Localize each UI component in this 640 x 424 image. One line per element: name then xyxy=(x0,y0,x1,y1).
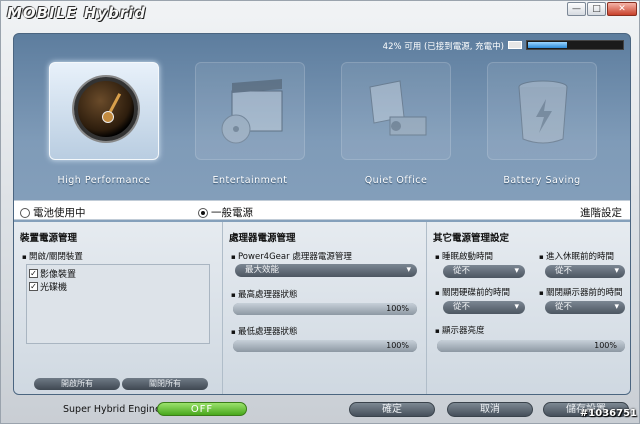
mode-label: Quiet Office xyxy=(364,175,428,186)
watermark: #1036751 xyxy=(579,408,637,419)
battery-level-fill xyxy=(528,42,567,48)
advanced-settings-link[interactable]: 進階設定 xyxy=(580,205,622,220)
display-timer-select[interactable]: 從不 xyxy=(545,301,625,314)
checkbox-optical-drive[interactable]: ✓ xyxy=(29,282,38,291)
max-cpu-state-value: 100% xyxy=(386,304,409,313)
app-logo: MOBILE Hybrid xyxy=(7,4,147,22)
min-cpu-state-value: 100% xyxy=(386,341,409,350)
close-button[interactable]: ✕ xyxy=(607,2,637,16)
battery-level-bar xyxy=(526,40,624,50)
settings-area: 裝置電源管理 開啟/關閉裝置 ✓ 影像裝置 ✓ 光碟機 開啟所有 關閉所有 xyxy=(14,222,630,394)
hibernate-timer-select[interactable]: 從不 xyxy=(545,265,625,278)
disk-timer-label: 關閉硬碟前的時間 xyxy=(435,286,510,298)
ac-power-radio[interactable]: 一般電源 xyxy=(198,205,253,220)
device-item-label: 光碟機 xyxy=(40,283,68,293)
title-bar: MOBILE Hybrid — □ ✕ xyxy=(1,1,640,27)
clapperboard-icon xyxy=(221,79,283,144)
maximize-button[interactable]: □ xyxy=(587,2,606,16)
battery-status-text: 42% 可用 (已接到電源, 充電中) xyxy=(382,42,504,52)
mode-card xyxy=(487,62,597,160)
mode-battery-saving[interactable]: Battery Saving xyxy=(484,62,597,190)
sleep-timer-select[interactable]: 從不 xyxy=(443,265,525,278)
device-item-optical-drive[interactable]: ✓ 光碟機 xyxy=(29,280,67,293)
mode-entertainment[interactable]: Entertainment xyxy=(192,62,305,190)
brightness-slider[interactable]: 100% xyxy=(437,340,625,352)
checkbox-camera[interactable]: ✓ xyxy=(29,269,38,278)
mode-label: High Performance xyxy=(57,175,151,186)
device-toggle-section: 開啟/關閉裝置 xyxy=(22,250,83,262)
other-power-panel: 其它電源管理設定 睡眠啟動時間 從不 進入休眠前的時間 從不 關閉硬碟前的時間 … xyxy=(426,222,630,394)
display-timer-label: 關閉顯示器前的時間 xyxy=(539,286,623,298)
mode-card xyxy=(49,62,159,160)
ac-power-radio-label: 一般電源 xyxy=(211,207,253,219)
mode-card xyxy=(341,62,451,160)
ok-button[interactable]: 確定 xyxy=(349,402,435,417)
cpu-power-panel: 處理器電源管理 Power4Gear 處理器電源管理 最大效能 最高處理器狀態 … xyxy=(222,222,426,394)
max-cpu-state-slider[interactable]: 100% xyxy=(233,303,417,315)
hibernate-timer-label: 進入休眠前的時間 xyxy=(539,250,614,262)
other-power-title: 其它電源管理設定 xyxy=(433,233,510,244)
battery-radio-label: 電池使用中 xyxy=(33,207,86,219)
device-power-title: 裝置電源管理 xyxy=(20,233,78,244)
mode-quiet-office[interactable]: Quiet Office xyxy=(338,62,451,190)
min-cpu-state-label: 最低處理器狀態 xyxy=(231,325,298,337)
power4gear-select[interactable]: 最大效能 xyxy=(235,264,417,277)
device-item-camera[interactable]: ✓ 影像裝置 xyxy=(29,267,76,280)
battery-radio[interactable]: 電池使用中 xyxy=(20,205,86,220)
device-list: ✓ 影像裝置 ✓ 光碟機 xyxy=(26,264,210,344)
radio-dot xyxy=(20,207,30,218)
main-panel: 42% 可用 (已接到電源, 充電中) High Performance Ent… xyxy=(13,33,631,395)
bottom-bar: Super Hybrid Engine OFF 確定 取消 儲存設置 #1036… xyxy=(1,397,640,424)
disk-timer-select[interactable]: 從不 xyxy=(443,301,525,314)
device-power-panel: 裝置電源管理 開啟/關閉裝置 ✓ 影像裝置 ✓ 光碟機 開啟所有 關閉所有 xyxy=(14,222,222,394)
gauge-icon xyxy=(74,77,138,141)
mode-label: Entertainment xyxy=(212,175,288,186)
projector-icon xyxy=(369,80,427,136)
brightness-value: 100% xyxy=(594,341,617,350)
device-item-label: 影像裝置 xyxy=(40,270,77,280)
close-all-button[interactable]: 關閉所有 xyxy=(122,378,208,390)
max-cpu-state-label: 最高處理器狀態 xyxy=(231,288,298,300)
battery-saving-icon xyxy=(518,80,568,144)
super-hybrid-engine-label: Super Hybrid Engine xyxy=(63,404,161,415)
min-cpu-state-slider[interactable]: 100% xyxy=(233,340,417,352)
mode-high-performance[interactable]: High Performance xyxy=(46,62,159,190)
cancel-button[interactable]: 取消 xyxy=(447,402,533,417)
power-source-row: 電池使用中 一般電源 進階設定 xyxy=(14,200,630,220)
battery-icon xyxy=(508,41,522,49)
power4gear-label: Power4Gear 處理器電源管理 xyxy=(231,250,352,262)
super-hybrid-engine-toggle[interactable]: OFF xyxy=(157,402,247,416)
brightness-label: 顯示器亮度 xyxy=(435,324,485,336)
app-window: MOBILE Hybrid — □ ✕ 42% 可用 (已接到電源, 充電中) … xyxy=(0,0,640,424)
cpu-power-title: 處理器電源管理 xyxy=(229,233,296,244)
radio-dot xyxy=(198,207,208,218)
open-all-button[interactable]: 開啟所有 xyxy=(34,378,120,390)
mode-card xyxy=(195,62,305,160)
sleep-timer-label: 睡眠啟動時間 xyxy=(435,250,493,262)
mode-label: Battery Saving xyxy=(503,175,581,186)
window-controls: — □ ✕ xyxy=(567,2,637,16)
minimize-button[interactable]: — xyxy=(567,2,586,16)
